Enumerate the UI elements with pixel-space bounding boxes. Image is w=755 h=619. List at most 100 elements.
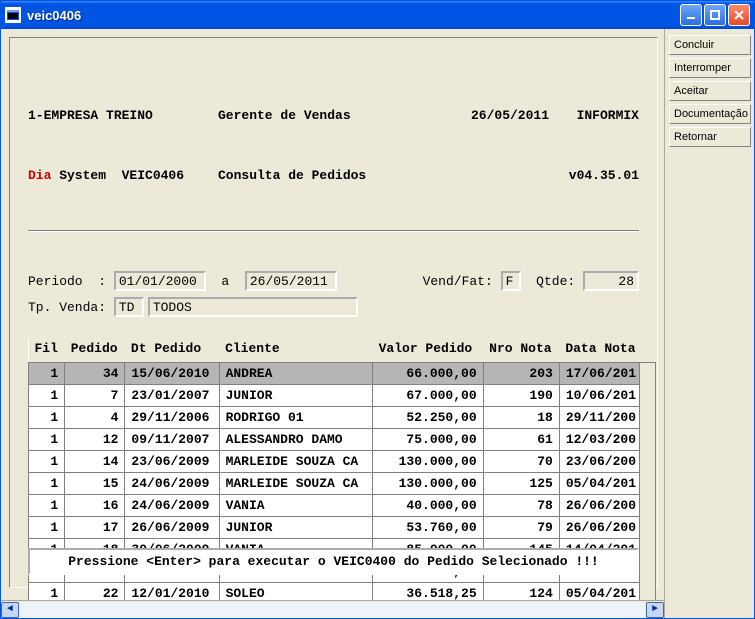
maximize-button[interactable] [704,4,726,26]
cell: 24/06/2009 [125,495,219,517]
cell: 1 [29,473,65,495]
scroll-left-icon[interactable]: ◄ [1,602,19,618]
cell: 14 [65,451,125,473]
tpvenda-desc-input[interactable] [148,297,358,317]
cell: 26/06/2009 [125,517,219,539]
documentacao-button[interactable]: Documentação [669,104,751,124]
cell: 09/11/2007 [125,429,219,451]
col-fil[interactable]: Fil [29,338,65,363]
cell: 66.000,00 [373,363,484,385]
window-hscroll[interactable]: ◄ ► [1,600,664,618]
cell: 34 [65,363,125,385]
cell: 4 [65,407,125,429]
scroll-track[interactable] [20,602,645,618]
cell: 16 [65,495,125,517]
cell: JUNIOR [219,517,373,539]
titlebar[interactable]: veic0406 [1,1,754,29]
cell: 15 [65,473,125,495]
cell: 24/06/2009 [125,473,219,495]
cell: 130.000,00 [373,473,484,495]
cell: 1 [29,429,65,451]
cell: VANIA [219,495,373,517]
vendfat-label: Vend/Fat: [423,274,501,289]
cell: ANDREA [219,363,373,385]
cell: 79 [483,517,559,539]
table-row[interactable]: 1429/11/2006RODRIGO 0152.250,001829/11/2… [29,407,653,429]
filter-block: Periodo : a Vend/Fat: Qtde: Tp. Venda: [28,268,639,320]
col-nro-nota[interactable]: Nro Nota [483,338,559,363]
table-row[interactable]: 1723/01/2007JUNIOR67.000,0019010/06/201 [29,385,653,407]
table-row[interactable]: 11423/06/2009MARLEIDE SOUZA CA130.000,00… [29,451,653,473]
cell: MARLEIDE SOUZA CA [219,451,373,473]
app-window: veic0406 1-EMPRESA TREINO Gerente de Ven… [0,0,755,619]
cell: 7 [65,385,125,407]
subtitle: Consulta de Pedidos [218,168,366,183]
concluir-button[interactable]: Concluir [669,35,751,55]
periodo-to-input[interactable] [245,271,337,291]
version: v04.35.01 [569,168,639,183]
qtde-input[interactable] [583,271,639,291]
cell: MARLEIDE SOUZA CA [219,473,373,495]
cell: 17 [65,517,125,539]
cell: 75.000,00 [373,429,484,451]
cell: 15/06/2010 [125,363,219,385]
cell: 29/11/2006 [125,407,219,429]
tpvenda-label: Tp. Venda: [28,300,114,315]
cell: 52.250,00 [373,407,484,429]
main-area: 1-EMPRESA TREINO Gerente de Vendas 26/05… [1,29,664,618]
minimize-button[interactable] [680,4,702,26]
cell: 190 [483,385,559,407]
cell: 18 [483,407,559,429]
cell: ALESSANDRO DAMO [219,429,373,451]
qtde-label: Qtde: [521,274,583,289]
aceitar-button[interactable]: Aceitar [669,81,751,101]
col-data-nota[interactable]: Data Nota [559,338,652,363]
periodo-label: Periodo : [28,274,114,289]
cell: 40.000,00 [373,495,484,517]
cell: 1 [29,517,65,539]
table-row[interactable]: 11726/06/2009JUNIOR53.760,007926/06/200 [29,517,653,539]
cell: 125 [483,473,559,495]
table-row[interactable]: 11209/11/2007ALESSANDRO DAMO75.000,00611… [29,429,653,451]
close-button[interactable] [728,4,750,26]
vendfat-input[interactable] [501,271,521,291]
periodo-from-input[interactable] [114,271,206,291]
col-dt-pedido[interactable]: Dt Pedido [125,338,219,363]
system-name: INFORMIX [577,108,639,123]
role-label: Gerente de Vendas [218,108,351,123]
cell: 12 [65,429,125,451]
col-pedido[interactable]: Pedido [65,338,125,363]
table-row[interactable]: 11624/06/2009VANIA40.000,007826/06/200 [29,495,653,517]
table-row[interactable]: 13415/06/2010ANDREA66.000,0020317/06/201 [29,363,653,385]
cell: 23/01/2007 [125,385,219,407]
cell: 1 [29,363,65,385]
col-valor-pedido[interactable]: Valor Pedido [373,338,484,363]
cell: 203 [483,363,559,385]
scroll-right-icon[interactable]: ► [646,602,664,618]
dia-rest: System VEIC0406 [51,168,184,183]
cell: 130.000,00 [373,451,484,473]
col-cliente[interactable]: Cliente [219,338,373,363]
cell: JUNIOR [219,385,373,407]
side-panel: Concluir Interromper Aceitar Documentaçã… [664,29,754,618]
status-bar: Pressione <Enter> para executar o VEIC04… [28,548,639,575]
a-label: a [206,274,245,289]
cell: 1 [29,407,65,429]
header-block: 1-EMPRESA TREINO Gerente de Vendas 26/05… [28,66,639,226]
table-wrap: FilPedidoDt PedidoClienteValor PedidoNro… [28,338,639,618]
table-row[interactable]: 11524/06/2009MARLEIDE SOUZA CA130.000,00… [29,473,653,495]
cell: 70 [483,451,559,473]
cell: 1 [29,385,65,407]
cell: 1 [29,451,65,473]
tpvenda-code-input[interactable] [114,297,144,317]
app-icon [5,7,21,23]
cell: 1 [29,495,65,517]
cell: 67.000,00 [373,385,484,407]
company-name: 1-EMPRESA TREINO [28,108,153,123]
cell: 61 [483,429,559,451]
retornar-button[interactable]: Retornar [669,127,751,147]
cell: 23/06/2009 [125,451,219,473]
table-vscroll[interactable] [639,362,656,618]
interromper-button[interactable]: Interromper [669,58,751,78]
cell: 78 [483,495,559,517]
